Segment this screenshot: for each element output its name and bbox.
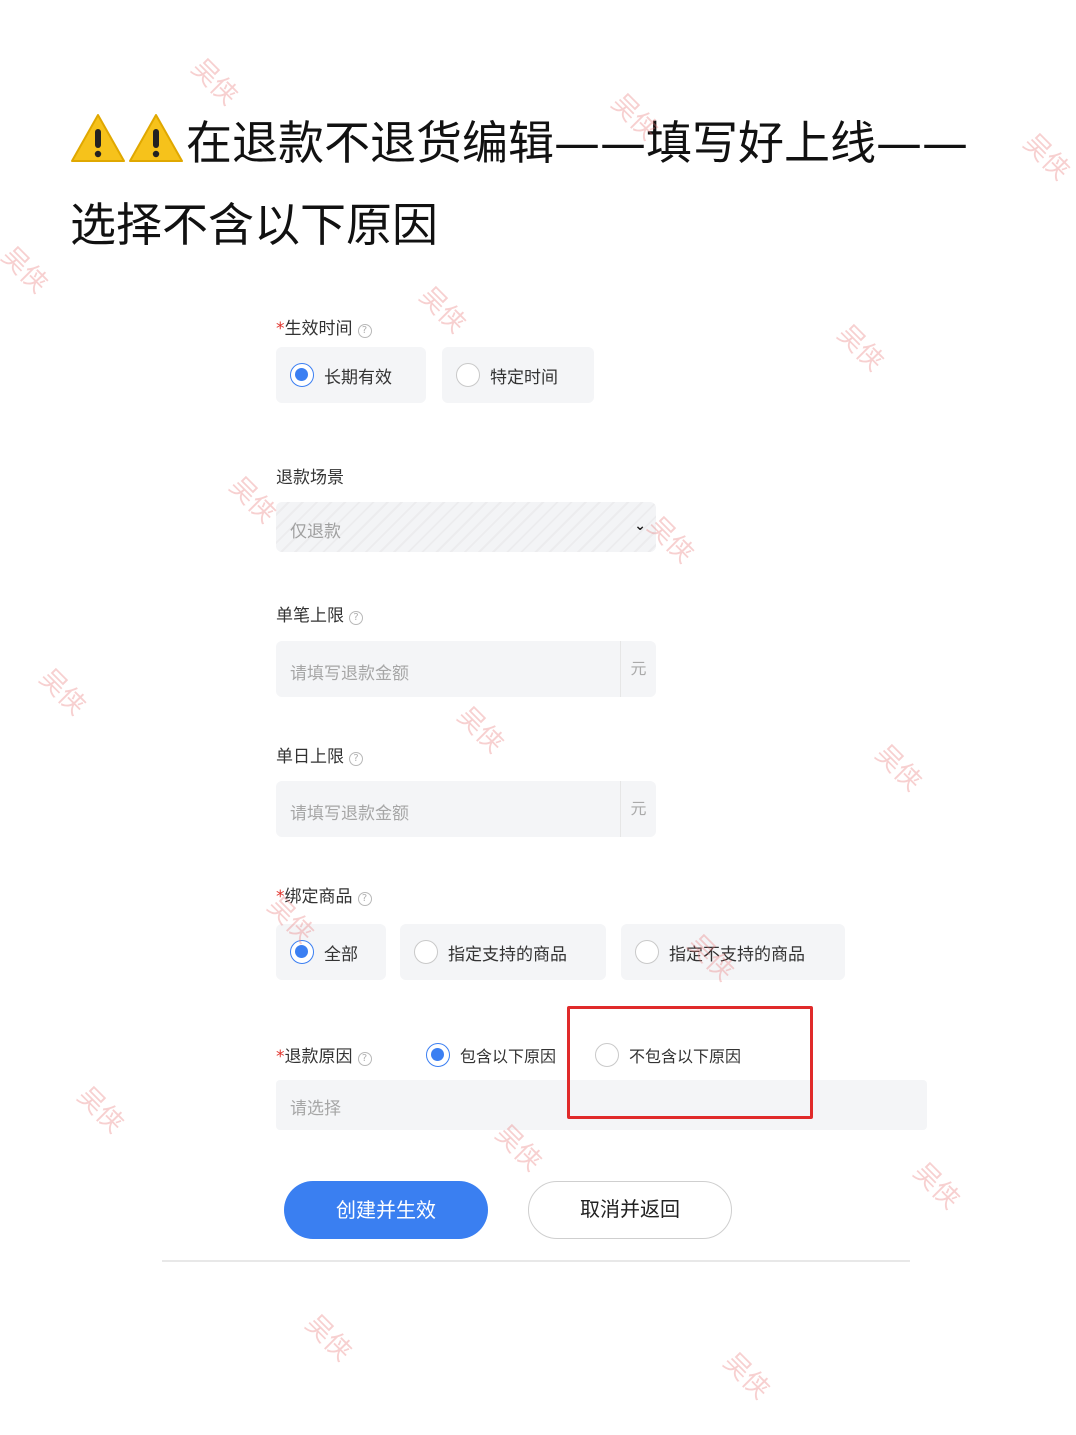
daily-limit-label-text: 单日上限 bbox=[276, 747, 344, 767]
per-order-limit-input[interactable]: 请填写退款金额 元 bbox=[276, 641, 656, 697]
radio-label: 指定支持的商品 bbox=[448, 944, 567, 965]
required-mark: * bbox=[276, 887, 285, 907]
radio-label: 长期有效 bbox=[324, 367, 392, 388]
radio-label: 特定时间 bbox=[490, 367, 558, 388]
warning-icon bbox=[70, 113, 126, 170]
refund-scene-select[interactable]: 仅退款 ⌄ bbox=[276, 502, 656, 552]
watermark: 吴侠 bbox=[869, 739, 928, 798]
help-icon[interactable]: ? bbox=[357, 324, 372, 338]
radio-selected-icon bbox=[426, 1043, 450, 1067]
create-and-activate-button[interactable]: 创建并生效 bbox=[284, 1181, 488, 1239]
highlight-box bbox=[567, 1006, 813, 1119]
radio-all-products[interactable]: 全部 bbox=[276, 924, 386, 980]
daily-limit-input[interactable]: 请填写退款金额 元 bbox=[276, 781, 656, 837]
radio-label: 指定不支持的商品 bbox=[669, 944, 805, 965]
warning-icon bbox=[128, 113, 184, 170]
headline-line-2: 选择不含以下原因 bbox=[70, 198, 438, 252]
bind-products-label: *绑定商品? bbox=[276, 882, 372, 907]
headline-text-1: 在退款不退货编辑——填写好上线—— bbox=[186, 116, 968, 170]
refund-reason-label: *退款原因? bbox=[276, 1042, 372, 1067]
per-order-limit-label: 单笔上限? bbox=[276, 601, 363, 626]
chevron-down-icon: ⌄ bbox=[634, 518, 646, 534]
watermark: 吴侠 bbox=[907, 1157, 966, 1216]
currency-unit: 元 bbox=[620, 781, 656, 837]
watermark: 吴侠 bbox=[71, 1081, 130, 1140]
per-order-limit-label-text: 单笔上限 bbox=[276, 606, 344, 626]
watermark: 吴侠 bbox=[451, 701, 510, 760]
cancel-and-return-button[interactable]: 取消并返回 bbox=[528, 1181, 732, 1239]
select-placeholder: 请选择 bbox=[290, 1099, 341, 1119]
radio-specific-time[interactable]: 特定时间 bbox=[442, 347, 594, 403]
watermark: 吴侠 bbox=[299, 1309, 358, 1368]
help-icon[interactable]: ? bbox=[349, 611, 363, 625]
help-icon[interactable]: ? bbox=[357, 892, 372, 906]
refund-reason-label-text: 退款原因 bbox=[284, 1047, 353, 1067]
required-mark: * bbox=[276, 1047, 285, 1067]
radio-include-reasons[interactable]: 包含以下原因 bbox=[426, 1043, 556, 1067]
watermark: 吴侠 bbox=[831, 319, 890, 378]
effective-time-label: *生效时间? bbox=[276, 314, 372, 339]
radio-long-term[interactable]: 长期有效 bbox=[276, 347, 426, 403]
help-icon[interactable]: ? bbox=[349, 752, 363, 766]
watermark: 吴侠 bbox=[717, 1347, 776, 1406]
currency-unit: 元 bbox=[620, 641, 656, 697]
daily-limit-label: 单日上限? bbox=[276, 742, 363, 767]
radio-selected-icon bbox=[290, 363, 314, 387]
radio-supported-products[interactable]: 指定支持的商品 bbox=[400, 924, 606, 980]
refund-scene-value: 仅退款 bbox=[290, 522, 341, 542]
input-placeholder: 请填写退款金额 bbox=[290, 804, 409, 824]
refund-scene-label: 退款场景 bbox=[276, 468, 344, 488]
help-icon[interactable]: ? bbox=[357, 1052, 372, 1066]
radio-unselected-icon bbox=[414, 940, 438, 964]
watermark: 吴侠 bbox=[185, 53, 244, 112]
radio-label: 包含以下原因 bbox=[460, 1047, 557, 1066]
watermark: 吴侠 bbox=[0, 241, 54, 300]
required-mark: * bbox=[276, 319, 285, 339]
input-placeholder: 请填写退款金额 bbox=[290, 664, 409, 684]
radio-label: 全部 bbox=[324, 944, 358, 965]
radio-unselected-icon bbox=[456, 363, 480, 387]
watermark: 吴侠 bbox=[1017, 128, 1076, 187]
watermark: 吴侠 bbox=[413, 281, 472, 340]
radio-selected-icon bbox=[290, 940, 314, 964]
divider bbox=[162, 1260, 910, 1262]
headline-line-1: 在退款不退货编辑——填写好上线—— bbox=[70, 113, 968, 170]
bind-products-label-text: 绑定商品 bbox=[284, 887, 353, 907]
effective-time-label-text: 生效时间 bbox=[284, 319, 353, 339]
radio-unselected-icon bbox=[635, 940, 659, 964]
watermark: 吴侠 bbox=[33, 663, 92, 722]
radio-unsupported-products[interactable]: 指定不支持的商品 bbox=[621, 924, 845, 980]
